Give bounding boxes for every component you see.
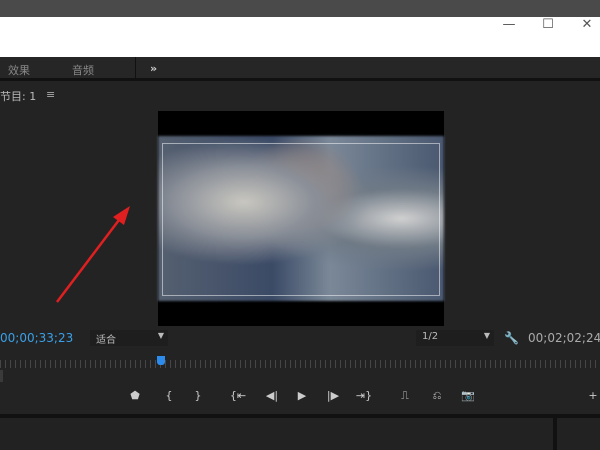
tab-audio[interactable]: 音频 — [72, 62, 94, 78]
maximize-button[interactable]: ☐ — [538, 17, 558, 32]
close-button[interactable]: ✕ — [577, 17, 597, 32]
zoom-level-value: 适合 — [96, 335, 116, 346]
tab-divider — [135, 57, 136, 81]
tab-effects[interactable]: 效果 — [8, 62, 30, 78]
add-button-icon[interactable]: + — [584, 389, 600, 402]
wrench-icon[interactable]: 🔧 — [504, 331, 519, 345]
chevron-down-icon: ▼ — [157, 331, 164, 340]
top-bar — [0, 0, 600, 17]
video-preview — [158, 111, 444, 326]
resolution-value: 1/2 — [422, 331, 439, 342]
safe-margin — [162, 143, 440, 296]
minimize-button[interactable]: — — [499, 17, 519, 32]
tab-overflow[interactable]: » — [150, 62, 157, 75]
extract-icon[interactable]: ⎌ — [428, 389, 446, 403]
panel-divider — [553, 414, 557, 450]
panel-tabs: 效果 音频 » — [0, 57, 600, 81]
time-ruler[interactable] — [0, 360, 600, 368]
current-timecode[interactable]: 00;00;33;23 — [0, 331, 73, 345]
panel-menu-icon[interactable]: ≡ — [46, 88, 55, 101]
timeline-panel — [0, 414, 600, 450]
zoom-level-select[interactable]: 适合 ▼ — [90, 330, 168, 346]
step-forward-icon[interactable]: |▶ — [324, 389, 342, 402]
play-icon[interactable]: ▶ — [293, 389, 311, 402]
step-back-icon[interactable]: ◀| — [263, 389, 281, 402]
zoom-scrollbar[interactable] — [0, 370, 3, 382]
program-monitor-title[interactable]: 节目: 1 — [0, 88, 36, 104]
mark-in-icon[interactable]: { — [160, 389, 178, 402]
duration-timecode: 00;02;02;24 — [528, 331, 600, 345]
lift-icon[interactable]: ⎍ — [396, 389, 414, 403]
go-to-out-icon[interactable]: ⇥} — [355, 389, 373, 402]
playhead[interactable] — [157, 356, 165, 365]
resolution-select[interactable]: 1/2 ▼ — [416, 330, 494, 346]
mark-out-icon[interactable]: } — [189, 389, 207, 402]
add-marker-icon[interactable]: ⬟ — [126, 389, 144, 402]
export-frame-icon[interactable]: 📷 — [459, 389, 477, 402]
chevron-down-icon: ▼ — [483, 331, 490, 340]
go-to-in-icon[interactable]: {⇤ — [229, 389, 247, 402]
